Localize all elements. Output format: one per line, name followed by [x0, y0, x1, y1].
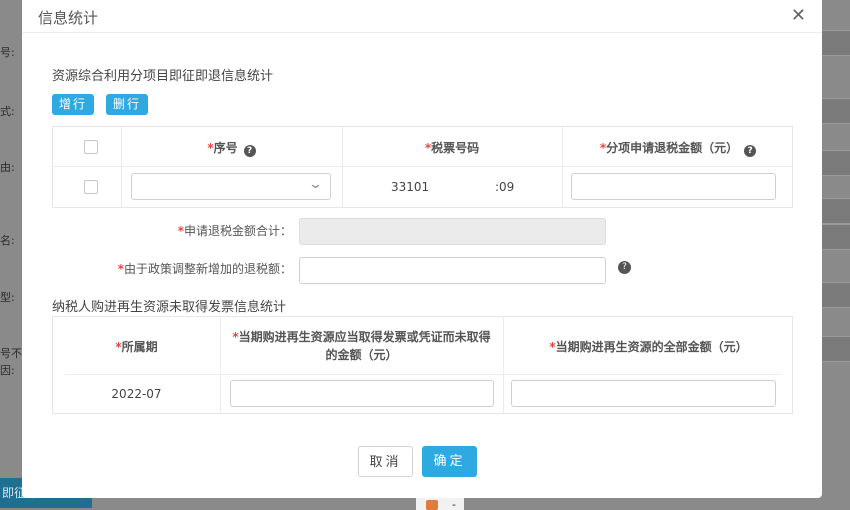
delete-row-button[interactable]: 删行 [106, 94, 149, 115]
total-refund-field [299, 218, 606, 245]
dialog-title: 信息统计 [38, 9, 99, 27]
bg-field [822, 30, 850, 56]
bg-label: 式: [0, 105, 15, 118]
bg-field [822, 224, 850, 250]
period-value: 2022-07 [111, 387, 162, 401]
column-header-all-amount: *当期购进再生资源的全部金额（元） [549, 340, 748, 354]
seq-select[interactable]: ⌄ [131, 173, 331, 200]
invoice-no-value: 33101 [391, 180, 430, 194]
column-header-period: *所属期 [115, 340, 158, 354]
help-icon[interactable]: ? [744, 145, 757, 157]
chevron-down-icon: ⌄ [307, 177, 324, 192]
bg-label: 号: [0, 46, 15, 59]
bg-field [822, 150, 850, 176]
column-header-no-invoice-amount: *当期购进再生资源应当取得发票或凭证而未取得 的金额（元） [232, 330, 491, 362]
section-title: 纳税人购进再生资源未取得发票信息统计 [52, 300, 287, 315]
refund-amount-input[interactable] [571, 173, 776, 200]
taskbar-item[interactable]: - [416, 496, 464, 510]
bg-label: 因: [0, 364, 15, 377]
dialog-header: 信息统计 ✕ [22, 0, 822, 33]
bg-label: 名: [0, 234, 15, 247]
invoice-no-tail: :09 [495, 180, 515, 194]
confirm-button[interactable]: 确定 [422, 446, 477, 477]
all-amount-input[interactable] [511, 380, 776, 407]
bg-label: 由: [0, 161, 15, 174]
column-header-seq: *序号? [121, 139, 342, 157]
add-row-button[interactable]: 增行 [52, 94, 95, 115]
help-icon[interactable]: ? [618, 261, 631, 274]
no-invoice-table: *所属期 *当期购进再生资源应当取得发票或凭证而未取得 的金额（元） *当期购进… [52, 316, 793, 414]
bg-label: 型: [0, 291, 15, 304]
bg-field [822, 336, 850, 362]
app-icon [426, 500, 438, 510]
row-checkbox[interactable] [84, 180, 98, 194]
column-header-invoice-no: *税票号码 [424, 141, 480, 155]
close-icon[interactable]: ✕ [791, 5, 806, 26]
select-all-checkbox[interactable] [84, 140, 98, 154]
policy-refund-input[interactable] [299, 257, 606, 284]
bg-field [822, 98, 850, 124]
total-refund-label: *申请退税金额合计： [177, 224, 292, 238]
bg-field [822, 282, 850, 308]
help-icon[interactable]: ? [243, 145, 256, 157]
section-title: 资源综合利用分项目即征即退信息统计 [52, 69, 274, 84]
policy-refund-label: *由于政策调整新增加的退税额： [117, 262, 292, 276]
refund-items-table: *序号? *税票号码 *分项申请退税金额（元）? ⌄ 33101 :09 [52, 126, 793, 208]
no-invoice-amount-input[interactable] [230, 380, 494, 407]
info-stat-dialog: 信息统计 ✕ 资源综合利用分项目即征即退信息统计 增行 删行 *序号? *税票号… [22, 0, 822, 498]
cancel-button[interactable]: 取消 [358, 446, 413, 477]
column-header-refund-amount: *分项申请退税金额（元）? [562, 139, 794, 157]
bg-label: 号不 [0, 347, 22, 360]
bg-field [822, 198, 850, 224]
